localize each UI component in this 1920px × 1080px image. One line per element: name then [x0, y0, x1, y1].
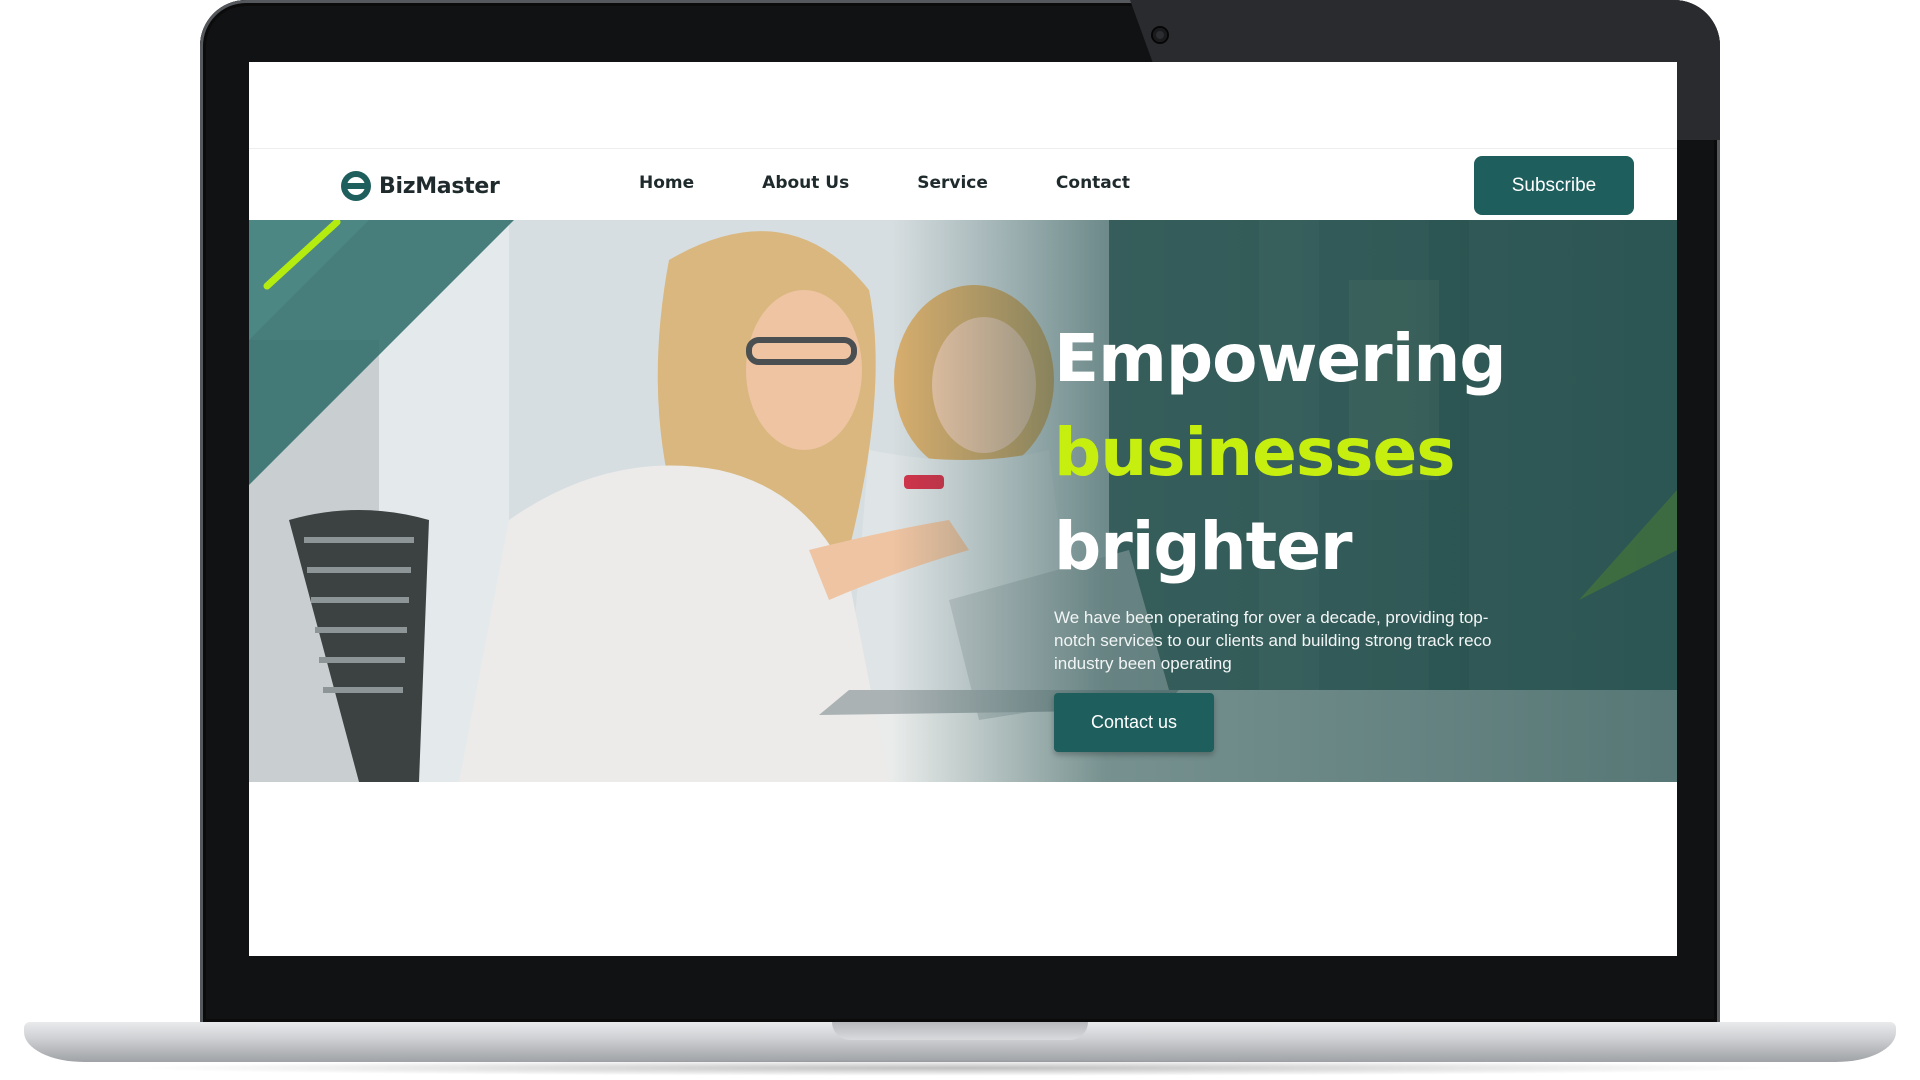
- hero-headline-line-2: businesses: [1054, 414, 1456, 491]
- subscribe-button[interactable]: Subscribe: [1474, 156, 1634, 215]
- hero-section: Empowering businesses brighter We have b…: [249, 220, 1677, 782]
- brand-name: BizMaster: [379, 173, 500, 199]
- hero-description: We have been operating for over a decade…: [1054, 608, 1492, 673]
- nav-item-contact[interactable]: Contact: [1056, 173, 1130, 193]
- site-navbar: BizMaster Home About Us Service Contact …: [249, 148, 1677, 221]
- nav-item-service[interactable]: Service: [917, 173, 988, 193]
- hero-content: Empowering businesses brighter We have b…: [1054, 312, 1574, 752]
- bizmaster-logo-icon: [341, 171, 371, 201]
- brand-logo[interactable]: BizMaster: [341, 170, 500, 202]
- main-nav: Home About Us Service Contact: [639, 173, 1130, 193]
- contact-us-button[interactable]: Contact us: [1054, 693, 1214, 752]
- nav-item-home[interactable]: Home: [639, 173, 694, 193]
- hero-headline-line-1: Empowering: [1054, 320, 1507, 397]
- laptop-screen: BizMaster Home About Us Service Contact …: [249, 62, 1677, 956]
- laptop-shadow: [120, 1060, 1800, 1076]
- nav-item-about-us[interactable]: About Us: [762, 173, 849, 193]
- laptop-base-notch: [832, 1022, 1088, 1040]
- webcam: [1153, 28, 1167, 42]
- hero-headline-line-3: brighter: [1054, 508, 1353, 585]
